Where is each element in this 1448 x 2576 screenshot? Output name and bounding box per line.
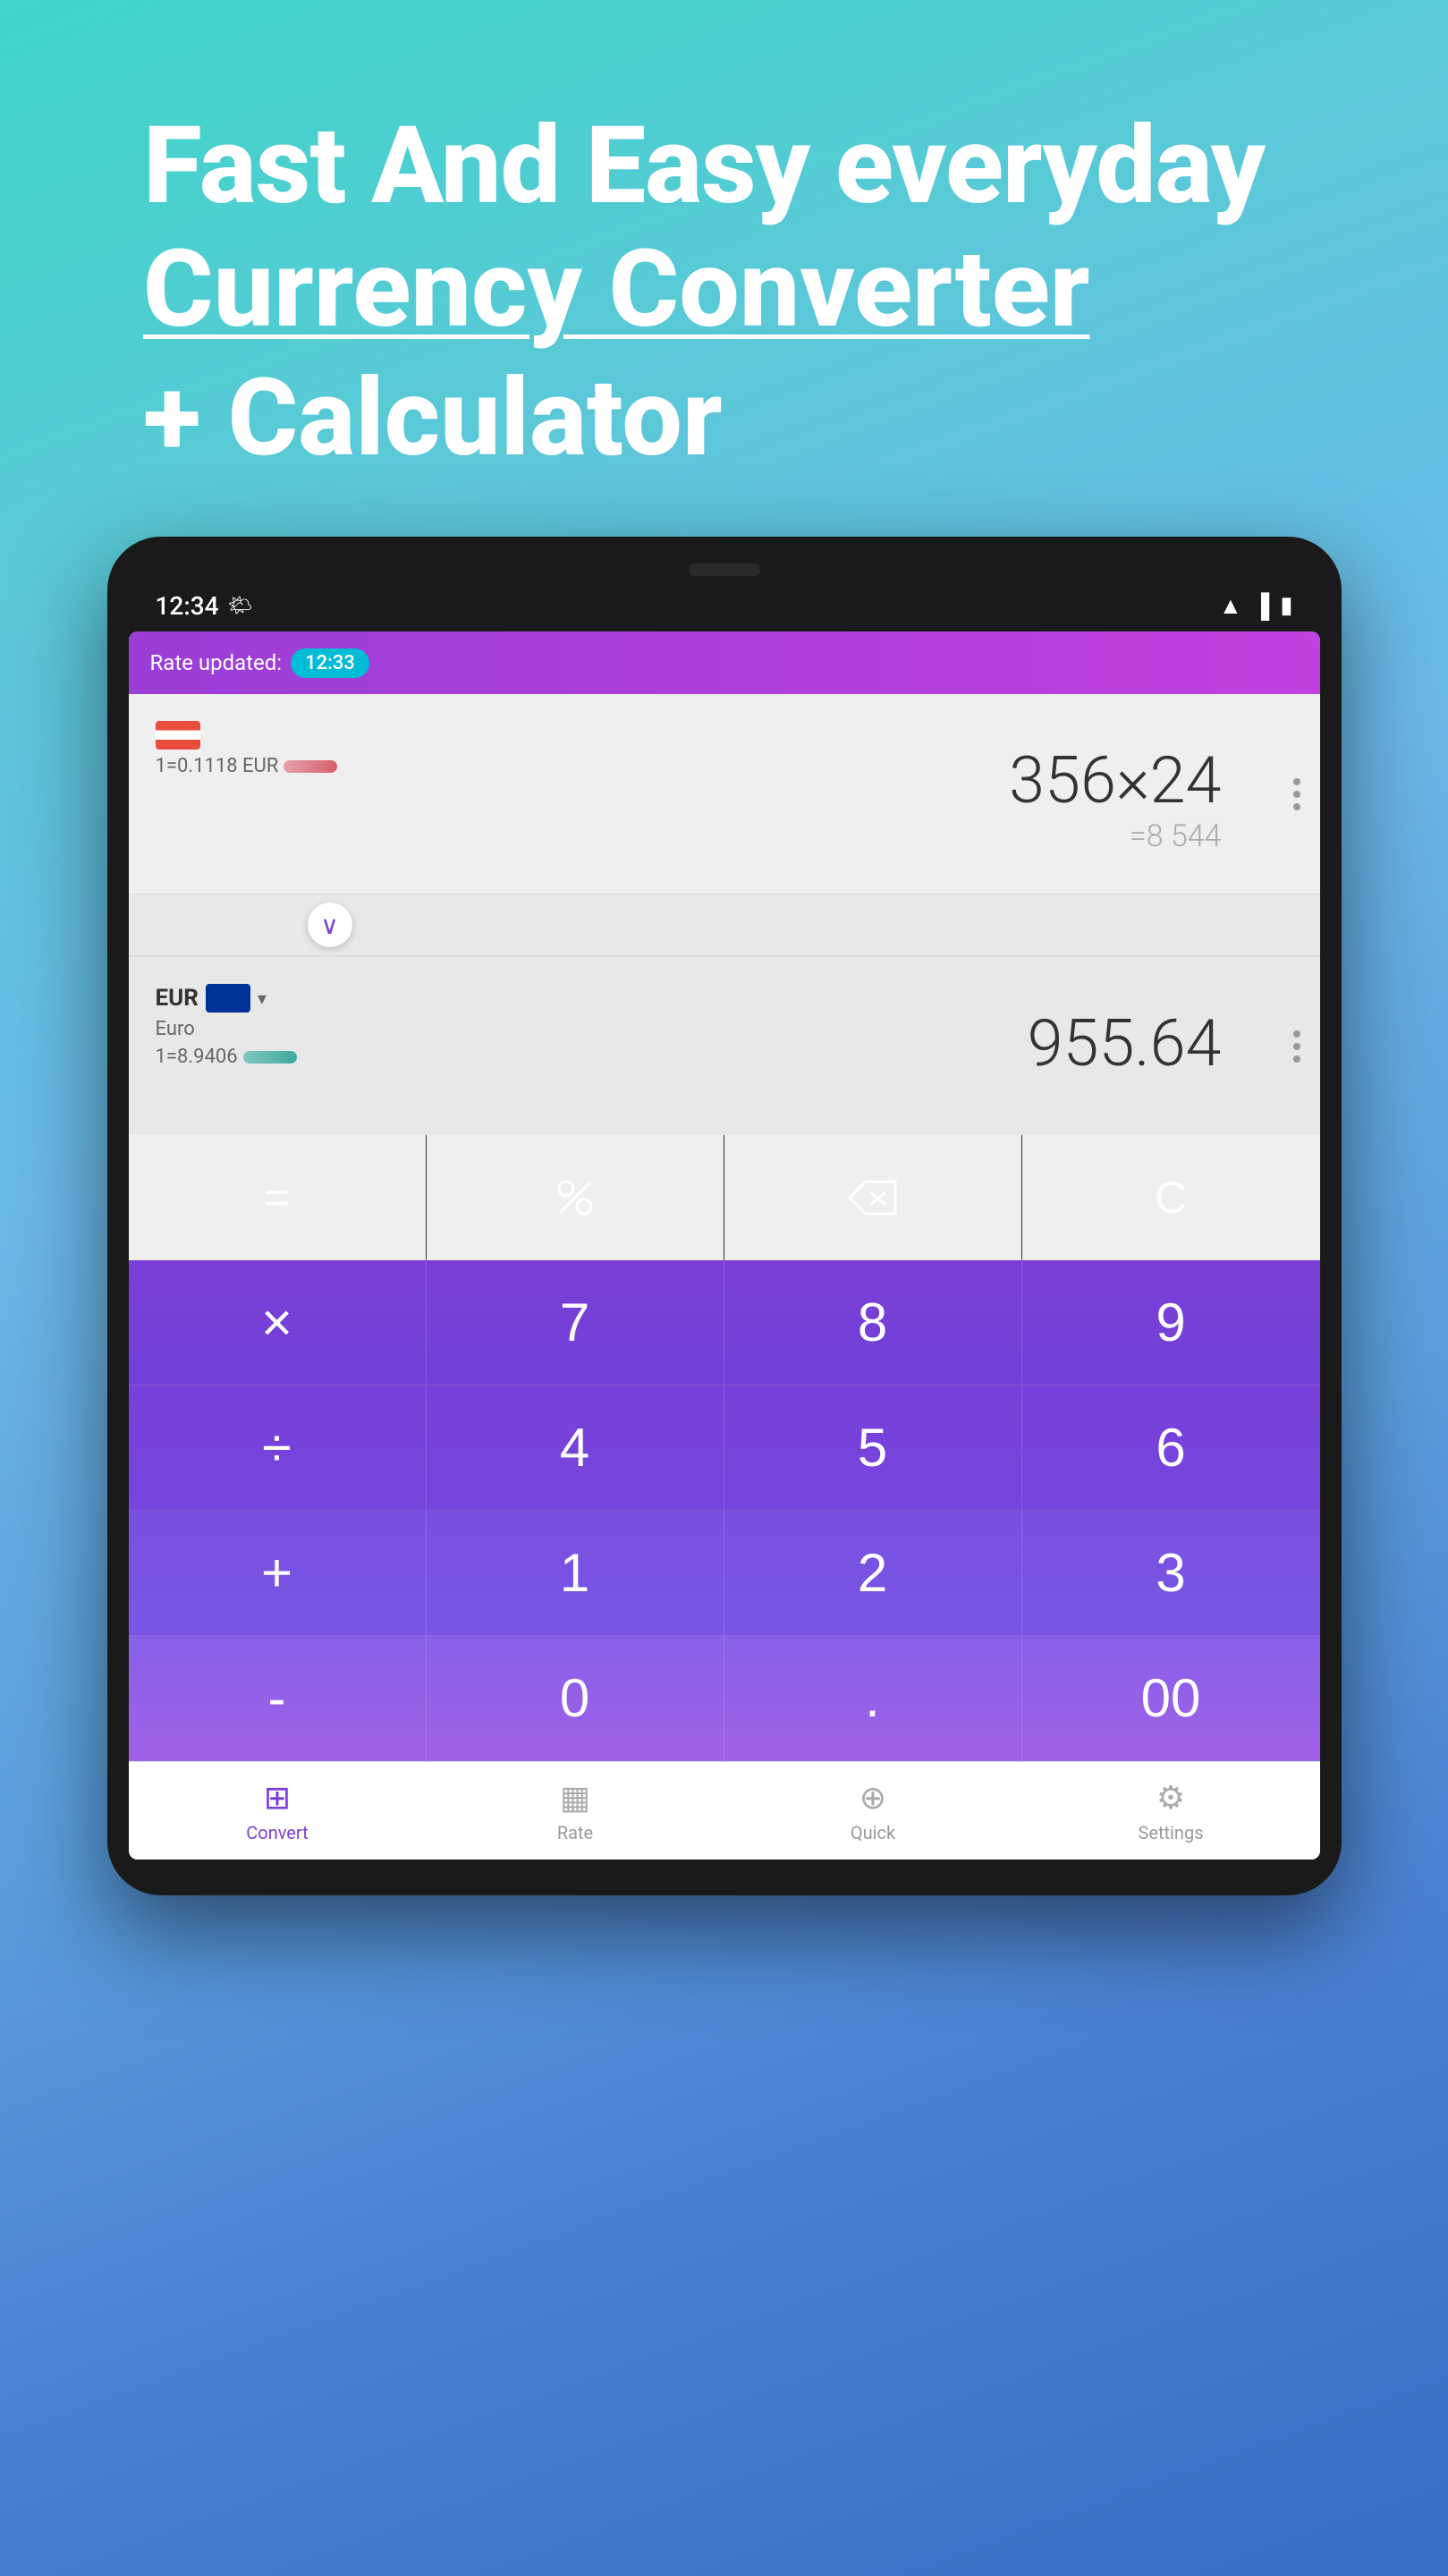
- backspace-button[interactable]: [724, 1135, 1022, 1260]
- subtract-button[interactable]: -: [129, 1636, 427, 1761]
- nav-convert[interactable]: ⊞ Convert: [129, 1762, 427, 1860]
- app-screen: Rate updated: 12:33 1=0.1118 EUR 356×24 …: [129, 631, 1320, 1860]
- convert-icon: ⊞: [264, 1779, 291, 1817]
- status-time: 12:34 🌤: [156, 591, 253, 621]
- chevron-down-icon: ∨: [320, 911, 339, 940]
- lower-flag-row: EUR ▾: [156, 984, 297, 1013]
- lower-menu-dots[interactable]: [1293, 1030, 1300, 1063]
- status-icons: ▲ ▐ ▮: [1219, 592, 1292, 620]
- nav-quick[interactable]: ⊕ Quick: [724, 1762, 1022, 1860]
- swap-row: ∨: [129, 894, 1320, 956]
- nav-convert-label: Convert: [246, 1822, 308, 1843]
- calc-top-row: = C: [129, 1135, 1320, 1260]
- button-9[interactable]: 9: [1022, 1260, 1320, 1385]
- hero-line1: Fast And Easy everyday: [143, 107, 1305, 225]
- status-bar: 12:34 🌤 ▲ ▐ ▮: [129, 583, 1320, 628]
- upper-exchange-rate: 1=0.1118 EUR: [156, 755, 338, 777]
- multiply-button[interactable]: ×: [129, 1260, 427, 1385]
- eur-flag: [206, 984, 250, 1013]
- swap-button[interactable]: ∨: [308, 902, 352, 947]
- rate-icon: ▦: [560, 1779, 590, 1817]
- battery-icon: ▮: [1280, 592, 1292, 619]
- button-6[interactable]: 6: [1022, 1385, 1320, 1511]
- add-button[interactable]: +: [129, 1511, 427, 1636]
- camera-notch: [689, 564, 760, 576]
- hero-line2: Currency Converter: [143, 225, 1305, 354]
- hero-line3: + Calculator: [143, 354, 1305, 483]
- nav-settings[interactable]: ⚙ Settings: [1022, 1762, 1320, 1860]
- button-4[interactable]: 4: [427, 1385, 724, 1511]
- button-2[interactable]: 2: [724, 1511, 1022, 1636]
- button-00[interactable]: 00: [1022, 1636, 1320, 1761]
- upper-currency-row[interactable]: 1=0.1118 EUR 356×24 =8 544: [129, 694, 1320, 894]
- nav-settings-label: Settings: [1138, 1822, 1203, 1843]
- wifi-icon: ▲: [1219, 592, 1242, 620]
- bottom-nav: ⊞ Convert ▦ Rate ⊕ Quick ⚙ Settings: [129, 1761, 1320, 1860]
- button-0[interactable]: 0: [427, 1636, 724, 1761]
- signal-icon: ▐: [1253, 592, 1269, 620]
- lower-currency-info: EUR ▾ Euro 1=8.9406: [156, 984, 297, 1068]
- nav-rate-label: Rate: [557, 1822, 593, 1843]
- divide-button[interactable]: ÷: [129, 1385, 427, 1511]
- rate-label: Rate updated:: [150, 650, 283, 675]
- lower-currency-row[interactable]: EUR ▾ Euro 1=8.9406 955.64: [129, 956, 1320, 1135]
- upper-main-amount: 356×24: [1009, 742, 1221, 818]
- rate-updated-bar: Rate updated: 12:33: [150, 648, 369, 678]
- upper-flag: [156, 721, 200, 750]
- app-header: Rate updated: 12:33: [129, 631, 1320, 694]
- upper-menu-dots[interactable]: [1293, 778, 1300, 810]
- currency-dropdown-arrow[interactable]: ▾: [258, 987, 267, 1009]
- nav-quick-label: Quick: [851, 1822, 895, 1843]
- rate-time-badge: 12:33: [291, 648, 369, 678]
- percent-button[interactable]: [427, 1135, 724, 1260]
- quick-icon: ⊕: [859, 1779, 886, 1817]
- lower-exchange-rate: 1=8.9406: [156, 1046, 297, 1068]
- button-1[interactable]: 1: [427, 1511, 724, 1636]
- calc-main-grid: × 7 8 9 ÷ 4 5 6 + 1 2 3 - 0 . 00: [129, 1260, 1320, 1761]
- clear-button[interactable]: C: [1022, 1135, 1320, 1260]
- button-3[interactable]: 3: [1022, 1511, 1320, 1636]
- tablet-device: 12:34 🌤 ▲ ▐ ▮ Rate updated: 12:33 1 = 0.: [107, 537, 1342, 1895]
- button-5[interactable]: 5: [724, 1385, 1022, 1511]
- nav-rate[interactable]: ▦ Rate: [427, 1762, 724, 1860]
- settings-icon: ⚙: [1156, 1779, 1185, 1817]
- upper-currency-info: 1=0.1118 EUR: [156, 721, 338, 777]
- lower-currency-name: Euro: [156, 1018, 297, 1040]
- button-7[interactable]: 7: [427, 1260, 724, 1385]
- rate-bar-pink: [284, 760, 337, 773]
- lower-amounts: 955.64: [156, 979, 1293, 1099]
- lower-main-amount: 955.64: [1028, 1005, 1222, 1081]
- equals-button[interactable]: =: [129, 1135, 427, 1260]
- rate-bar-teal: [243, 1051, 297, 1063]
- button-decimal[interactable]: .: [724, 1636, 1022, 1761]
- upper-sub-amount: =8 544: [1130, 818, 1222, 854]
- hero-section: Fast And Easy everyday Currency Converte…: [0, 0, 1448, 537]
- button-8[interactable]: 8: [724, 1260, 1022, 1385]
